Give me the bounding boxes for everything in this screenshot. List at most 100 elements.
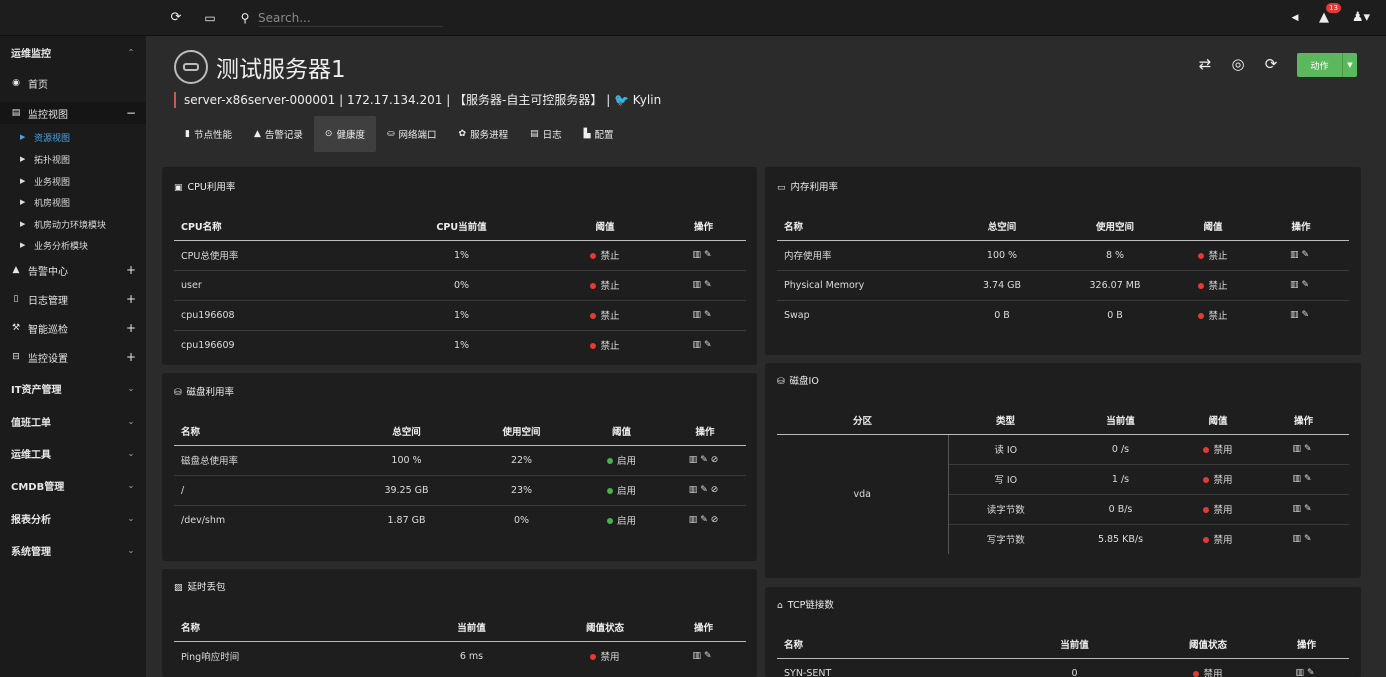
switch-icon[interactable]: ⇄ bbox=[1196, 55, 1214, 73]
caret-down-icon[interactable]: ▼ bbox=[1342, 53, 1357, 77]
latency-value-cell: 6 ms bbox=[459, 650, 484, 662]
chart-icon[interactable]: ▥ bbox=[1290, 280, 1302, 290]
column-header: 操作 bbox=[1264, 631, 1349, 659]
sidebar-group-duty-orders[interactable]: 值班工单 ⌄ bbox=[0, 413, 146, 429]
tab-alert-records[interactable]: ▲ 告警记录 bbox=[243, 116, 314, 152]
chart-icon[interactable]: ▥ bbox=[1290, 310, 1302, 320]
tcp-panel: ⌂ TCP链接数 名称 当前值 阈值状态 操作 SYN-SENT 0 禁用 ▥✎ bbox=[765, 587, 1361, 677]
heartbeat-icon[interactable]: ◎ bbox=[1229, 55, 1247, 73]
table-row: Swap 0 B 0 B 禁止 ▥✎ bbox=[777, 300, 1349, 330]
edit-icon[interactable]: ✎ bbox=[700, 485, 711, 495]
chart-icon[interactable]: ▥ bbox=[689, 515, 701, 525]
action-cell: ▥✎ bbox=[661, 641, 746, 671]
panel-title: ⛁ 磁盘利用率 bbox=[174, 384, 234, 398]
ban-icon[interactable]: ⊘ bbox=[711, 455, 722, 465]
sidebar-item-monitor-settings[interactable]: ⊟ 监控设置 + bbox=[0, 349, 146, 365]
edit-icon[interactable]: ✎ bbox=[704, 250, 715, 260]
panel-title-text: 内存利用率 bbox=[790, 182, 839, 193]
hdd-icon: ⛁ bbox=[777, 377, 785, 387]
chart-icon[interactable]: ▥ bbox=[692, 280, 704, 290]
memory-used-cell: 8 % bbox=[1057, 240, 1173, 271]
sidebar-subitem-business-analysis[interactable]: ▶ 业务分析模块 bbox=[0, 238, 146, 252]
edit-icon[interactable]: ✎ bbox=[700, 455, 711, 465]
chart-icon[interactable]: ▥ bbox=[1292, 444, 1304, 454]
status-dot-icon bbox=[1203, 476, 1210, 483]
list-icon: ▤ bbox=[530, 129, 539, 139]
server-icon bbox=[174, 50, 208, 84]
action-button[interactable]: 动作 ▼ bbox=[1297, 53, 1357, 77]
sidebar-group-cmdb[interactable]: CMDB管理 ⌄ bbox=[0, 477, 146, 493]
edit-icon[interactable]: ✎ bbox=[1301, 310, 1312, 320]
chart-icon[interactable]: ▥ bbox=[1292, 474, 1304, 484]
edit-icon[interactable]: ✎ bbox=[1304, 504, 1315, 514]
sidebar-subitem-room-view[interactable]: ▶ 机房视图 bbox=[0, 195, 146, 209]
sidebar-item-home[interactable]: ◉ 首页 bbox=[0, 75, 146, 91]
column-header: 阈值状态 bbox=[549, 614, 661, 642]
edit-icon[interactable]: ✎ bbox=[704, 310, 715, 320]
edit-icon[interactable]: ✎ bbox=[1304, 534, 1315, 544]
search-input[interactable] bbox=[258, 9, 443, 27]
column-header: 当前值 bbox=[1063, 407, 1178, 435]
chart-icon[interactable]: ▥ bbox=[1290, 250, 1302, 260]
ban-icon[interactable]: ⊘ bbox=[711, 485, 722, 495]
edit-icon[interactable]: ✎ bbox=[1307, 668, 1318, 677]
refresh-icon[interactable]: ⟳ bbox=[168, 10, 184, 26]
chart-icon[interactable]: ▥ bbox=[689, 455, 701, 465]
chart-icon[interactable]: ▥ bbox=[692, 310, 704, 320]
monitor-icon[interactable]: ▭ bbox=[202, 10, 218, 26]
volume-icon[interactable]: ◀ bbox=[1287, 10, 1303, 26]
chart-icon[interactable]: ▥ bbox=[692, 340, 704, 350]
chart-icon[interactable]: ▥ bbox=[689, 485, 701, 495]
column-header: 操作 bbox=[664, 418, 746, 446]
action-cell: ▥✎ bbox=[1258, 494, 1349, 525]
sidebar-subitem-resource-view[interactable]: ▶ 资源视图 bbox=[0, 130, 146, 144]
sidebar-item-alert-center[interactable]: ▲ 告警中心 + bbox=[0, 262, 146, 278]
edit-icon[interactable]: ✎ bbox=[1304, 474, 1315, 484]
edit-icon[interactable]: ✎ bbox=[704, 651, 715, 661]
sidebar-group-ops-tools[interactable]: 运维工具 ⌄ bbox=[0, 445, 146, 461]
status-dot-icon bbox=[590, 252, 597, 259]
sidebar-group-system-mgmt[interactable]: 系统管理 ⌄ bbox=[0, 542, 146, 558]
tab-health[interactable]: ⊙ 健康度 bbox=[313, 116, 376, 152]
sidebar-group-it-assets[interactable]: IT资产管理 ⌄ bbox=[0, 380, 146, 396]
edit-icon[interactable]: ✎ bbox=[704, 280, 715, 290]
tab-logs[interactable]: ▤ 日志 bbox=[519, 116, 573, 152]
sidebar-subitem-topology-view[interactable]: ▶ 拓扑视图 bbox=[0, 152, 146, 166]
sidebar-group-reports[interactable]: 报表分析 ⌄ bbox=[0, 510, 146, 526]
chart-icon[interactable]: ▥ bbox=[692, 651, 704, 661]
sidebar-item-smart-inspection[interactable]: ⚒ 智能巡检 + bbox=[0, 320, 146, 336]
refresh-icon[interactable]: ⟳ bbox=[1262, 55, 1280, 73]
chart-icon[interactable]: ▥ bbox=[692, 250, 704, 260]
tab-node-performance[interactable]: ▮ 节点性能 bbox=[174, 116, 243, 152]
edit-icon[interactable]: ✎ bbox=[1301, 250, 1312, 260]
chart-icon[interactable]: ▥ bbox=[1295, 668, 1307, 677]
chart-icon[interactable]: ▥ bbox=[1292, 534, 1304, 544]
threshold-label: 启用 bbox=[616, 456, 636, 467]
gear-icon: ✿ bbox=[458, 129, 467, 139]
tab-network-ports[interactable]: ⛀ 网络端口 bbox=[376, 116, 448, 152]
edit-icon[interactable]: ✎ bbox=[1304, 444, 1315, 454]
sidebar-group-ops-monitor[interactable]: 运维监控 ⌃ bbox=[0, 44, 146, 60]
tab-config[interactable]: ▙ 配置 bbox=[573, 116, 625, 152]
memory-icon: ▭ bbox=[777, 183, 786, 193]
sidebar-item-log-mgmt[interactable]: ▯ 日志管理 + bbox=[0, 291, 146, 307]
user-icon[interactable]: ♟▾ bbox=[1349, 10, 1373, 26]
sidebar-subitem-business-view[interactable]: ▶ 业务视图 bbox=[0, 174, 146, 188]
threshold-label: 禁用 bbox=[1213, 475, 1233, 486]
ban-icon[interactable]: ⊘ bbox=[711, 515, 722, 525]
threshold-cell: 禁用 bbox=[1178, 464, 1258, 495]
threshold-cell: 禁止 bbox=[549, 270, 661, 301]
sidebar-item-monitor-view[interactable]: ▤ 监控视图 − bbox=[0, 102, 146, 124]
column-header: 总空间 bbox=[947, 213, 1057, 241]
edit-icon[interactable]: ✎ bbox=[704, 340, 715, 350]
network-icon: ⛀ bbox=[386, 129, 395, 139]
tab-service-processes[interactable]: ✿ 服务进程 bbox=[448, 116, 520, 152]
edit-icon[interactable]: ✎ bbox=[1301, 280, 1312, 290]
page-title: 测试服务器1 bbox=[216, 57, 346, 83]
sidebar-subitem-power-env[interactable]: ▶ 机房动力环境模块 bbox=[0, 217, 146, 231]
cpu-name-cell: cpu196608 bbox=[174, 300, 374, 331]
column-header: 阈值 bbox=[549, 213, 661, 241]
caret-right-icon: ▶ bbox=[20, 177, 26, 185]
edit-icon[interactable]: ✎ bbox=[700, 515, 711, 525]
chart-icon[interactable]: ▥ bbox=[1292, 504, 1304, 514]
